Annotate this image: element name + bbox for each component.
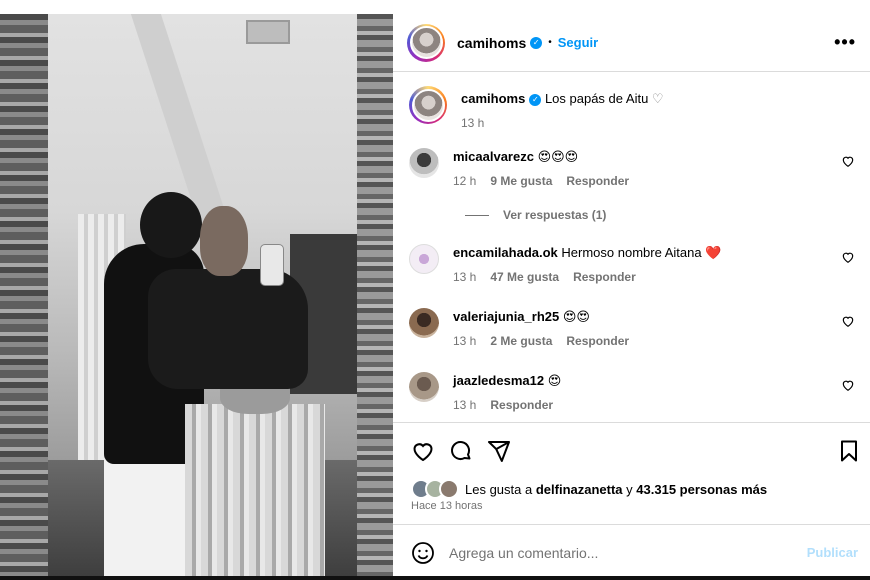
post-side-panel: camihoms ✓ • Seguir ••• camihoms ✓ Los pa… — [393, 14, 870, 580]
author-username[interactable]: camihoms — [457, 35, 526, 51]
caption-text: Los papás de Aitu — [544, 91, 649, 106]
commenter-avatar[interactable] — [409, 308, 439, 338]
comment-username[interactable]: micaalvarezc — [453, 149, 534, 164]
publish-button[interactable]: Publicar — [807, 545, 858, 560]
comment-time: 12 h — [453, 174, 477, 188]
comment-username[interactable]: jaazledesma12 — [453, 373, 544, 388]
comment-icon[interactable] — [449, 439, 473, 463]
comment-item: valeriajunia_rh25 😍😍 13 h 2 Me gusta Res… — [409, 308, 859, 348]
comment-likes[interactable]: 2 Me gusta — [490, 334, 552, 348]
verified-icon: ✓ — [529, 94, 542, 106]
emoji-icon[interactable] — [411, 541, 435, 565]
post-header: camihoms ✓ • Seguir ••• — [393, 14, 870, 72]
comment-input[interactable]: Agrega un comentario... — [449, 545, 807, 561]
commenter-avatar[interactable] — [409, 244, 439, 274]
caption-username[interactable]: camihoms — [461, 91, 525, 106]
post-photo[interactable] — [0, 14, 393, 580]
comment-text: 😍😍 — [562, 309, 590, 324]
commenter-avatar[interactable] — [409, 148, 439, 178]
follow-button[interactable]: Seguir — [558, 35, 598, 50]
reply-button[interactable]: Responder — [490, 398, 553, 412]
reply-button[interactable]: Responder — [566, 174, 629, 188]
caption: camihoms ✓ Los papás de Aitu ♡ 13 h — [409, 86, 859, 130]
photo-vent — [246, 20, 290, 44]
like-comment-heart-icon[interactable] — [841, 250, 855, 264]
comment-username[interactable]: valeriajunia_rh25 — [453, 309, 559, 324]
likes-summary[interactable]: Les gusta a delfinazanetta y 43.315 pers… — [411, 479, 767, 499]
like-comment-heart-icon[interactable] — [841, 154, 855, 168]
photo-mirror-frame-right — [357, 14, 393, 580]
reply-button[interactable]: Responder — [573, 270, 636, 284]
bookmark-icon[interactable] — [837, 439, 861, 463]
photo-man-pants — [104, 454, 194, 580]
add-comment-bar: Agrega un comentario... Publicar — [393, 524, 870, 580]
photo-man-head — [140, 192, 202, 258]
view-replies-button[interactable]: Ver respuestas (1) — [465, 208, 606, 222]
likes-middle: y — [626, 481, 633, 497]
verified-icon: ✓ — [530, 36, 543, 49]
photo-woman-jeans — [185, 404, 325, 580]
view-replies-label: Ver respuestas (1) — [503, 208, 607, 222]
comment-text: 😍😍😍 — [537, 149, 579, 164]
comment-item: encamilahada.ok Hermoso nombre Aitana ❤️… — [409, 244, 859, 284]
comment-time: 13 h — [453, 270, 477, 284]
action-bar — [393, 422, 870, 462]
photo-phone — [260, 244, 284, 286]
heart-icon[interactable] — [411, 439, 435, 463]
comment-item: micaalvarezc 😍😍😍 12 h 9 Me gusta Respond… — [409, 148, 859, 188]
more-options-icon[interactable]: ••• — [834, 32, 856, 53]
separator-dot: • — [548, 37, 552, 48]
comment-text: 😍 — [547, 373, 562, 388]
caption-time: 13 h — [461, 116, 485, 130]
like-comment-heart-icon[interactable] — [841, 314, 855, 328]
background-strip — [0, 576, 870, 580]
comment-username[interactable]: encamilahada.ok — [453, 245, 558, 260]
like-comment-heart-icon[interactable] — [841, 378, 855, 392]
likes-user[interactable]: delfinazanetta — [536, 482, 623, 497]
comment-likes[interactable]: 9 Me gusta — [490, 174, 552, 188]
likes-prefix: Les gusta a — [465, 481, 533, 497]
photo-mirror-frame-left — [0, 14, 48, 580]
comment-time: 13 h — [453, 334, 477, 348]
replies-rule — [465, 214, 489, 216]
author-avatar[interactable] — [407, 23, 445, 62]
comment-likes[interactable]: 47 Me gusta — [490, 270, 559, 284]
liker-avatars — [411, 479, 459, 499]
comment-item: jaazledesma12 😍 13 h Responder — [409, 372, 859, 412]
caption-heart-emoji: ♡ — [651, 91, 664, 106]
caption-author-avatar[interactable] — [409, 86, 447, 124]
posted-time: Hace 13 horas — [411, 500, 483, 512]
likes-count[interactable]: 43.315 personas más — [636, 482, 767, 497]
commenter-avatar[interactable] — [409, 372, 439, 402]
share-icon[interactable] — [487, 439, 511, 463]
photo-jacket — [148, 269, 308, 389]
reply-button[interactable]: Responder — [566, 334, 629, 348]
comment-time: 13 h — [453, 398, 477, 412]
comment-text: Hermoso nombre Aitana ❤️ — [561, 245, 722, 260]
photo-woman-head — [200, 206, 248, 276]
